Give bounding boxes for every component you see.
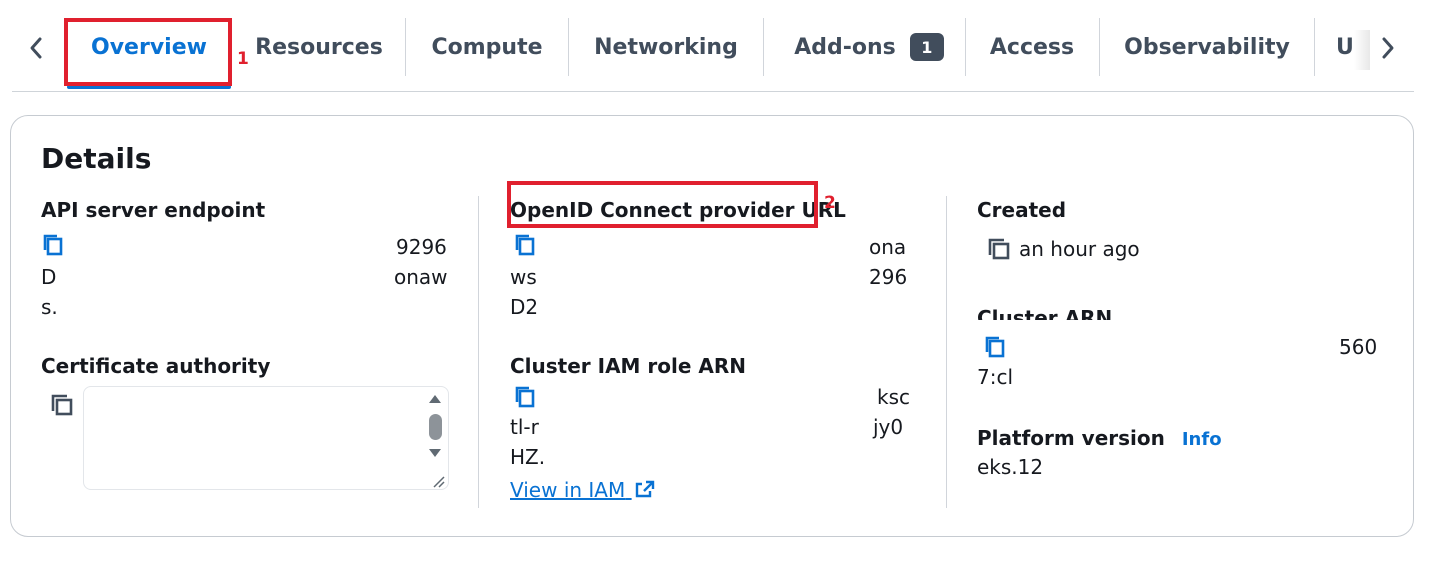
tab-label: Add-ons: [794, 34, 896, 60]
chevron-right-icon: [1382, 37, 1394, 59]
created-value: an hour ago: [1019, 237, 1140, 261]
copy-icon[interactable]: [513, 384, 539, 410]
oidc-provider-url-line2-end: 296: [869, 265, 908, 289]
api-endpoint-value-line1: 9296: [396, 235, 447, 259]
tab-label: U: [1336, 34, 1354, 60]
copy-icon[interactable]: [986, 236, 1012, 262]
api-endpoint-value-line2-end: onaw: [394, 265, 448, 289]
scroll-down-arrow-icon[interactable]: [427, 446, 443, 460]
tab-label: Observability: [1124, 34, 1290, 60]
cluster-iam-role-label: Cluster IAM role ARN: [510, 354, 747, 378]
details-card: Details API server endpoint 9296 D onaw …: [10, 115, 1414, 537]
annotation-number-2: 2: [824, 193, 836, 213]
cluster-iam-role-line3: HZ.: [510, 445, 546, 469]
platform-version-label-text: Platform version: [977, 426, 1165, 450]
details-title: Details: [41, 142, 152, 175]
tab-divider: [763, 18, 764, 76]
copy-icon[interactable]: [41, 232, 67, 258]
add-ons-count-badge: 1: [909, 33, 944, 61]
copy-icon[interactable]: [49, 392, 75, 418]
annotation-number-1: 1: [237, 49, 249, 69]
tab-divider: [1314, 18, 1315, 76]
chevron-left-icon: [30, 37, 42, 59]
created-label: Created: [977, 198, 1067, 222]
copy-icon[interactable]: [983, 334, 1009, 360]
scroll-right-button[interactable]: [1374, 32, 1402, 64]
tab-observability[interactable]: Observability: [1110, 18, 1304, 76]
tab-divider: [965, 18, 966, 76]
api-endpoint-label: API server endpoint: [41, 198, 266, 222]
tab-label: Networking: [594, 34, 738, 60]
view-in-iam-link[interactable]: View in IAM: [510, 478, 656, 502]
annotation-box-1: [64, 18, 232, 86]
tab-label: Access: [989, 34, 1075, 60]
tab-label: Compute: [431, 34, 543, 60]
scroll-up-arrow-icon[interactable]: [427, 392, 443, 406]
platform-version-label: Platform version Info: [977, 426, 1222, 450]
tab-label: Resources: [255, 34, 383, 60]
tab-truncated[interactable]: U: [1336, 18, 1356, 76]
tab-overflow-fade: [1354, 30, 1370, 70]
scroll-left-button[interactable]: [22, 32, 50, 64]
oidc-provider-url-line1: ona: [869, 235, 907, 259]
tab-divider: [568, 18, 569, 76]
tab-access[interactable]: Access: [976, 18, 1088, 76]
cluster-iam-role-line2-end: jy0: [873, 415, 904, 439]
resize-handle-icon[interactable]: [431, 474, 445, 488]
cluster-arn-line1: 560: [1339, 335, 1378, 359]
api-endpoint-value-line2: D: [41, 265, 57, 289]
platform-version-info-link[interactable]: Info: [1182, 429, 1222, 450]
tab-divider: [1099, 18, 1100, 76]
tab-add-ons[interactable]: Add-ons 1: [774, 18, 964, 76]
certificate-authority-label: Certificate authority: [41, 354, 271, 378]
tab-resources[interactable]: Resources: [248, 18, 390, 76]
cluster-arn-label: Cluster ARN: [977, 306, 1113, 320]
cluster-iam-role-line2: tl-r: [510, 415, 539, 439]
copy-icon[interactable]: [513, 232, 539, 258]
tab-compute[interactable]: Compute: [416, 18, 558, 76]
tab-divider: [405, 18, 406, 76]
column-divider: [946, 196, 947, 508]
annotation-box-2: [507, 181, 818, 228]
cluster-iam-role-line1: ksc: [877, 385, 910, 409]
platform-version-value: eks.12: [977, 455, 1044, 479]
certificate-authority-textarea[interactable]: [83, 386, 449, 490]
textarea-scrollbar-thumb[interactable]: [429, 414, 442, 440]
api-endpoint-value-line3: s.: [41, 295, 58, 319]
view-in-iam-label: View in IAM: [510, 478, 626, 502]
tab-networking[interactable]: Networking: [580, 18, 752, 76]
column-divider: [478, 196, 479, 508]
external-link-icon: [635, 480, 654, 498]
oidc-provider-url-line2: ws: [510, 265, 537, 289]
oidc-provider-url-line3: D2: [510, 295, 539, 319]
cluster-arn-line2: 7:cl: [977, 365, 1014, 389]
